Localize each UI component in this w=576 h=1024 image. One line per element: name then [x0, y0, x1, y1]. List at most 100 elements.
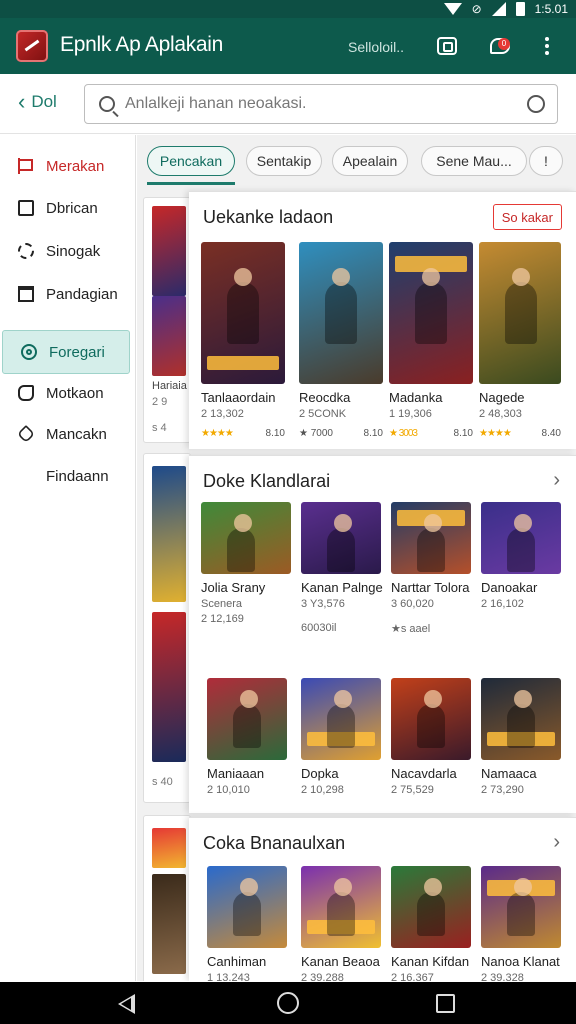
card-art	[152, 874, 186, 974]
card-art	[152, 612, 186, 762]
panel-title: Uekanke ladaon	[203, 207, 334, 227]
game-card[interactable]: Nagede 2 48,303 ★★★★ 8.40	[479, 242, 561, 439]
game-cover	[299, 242, 383, 384]
game-score: 8.10	[265, 428, 285, 439]
game-name: Jolia Srany	[201, 580, 266, 595]
chip-sentakip[interactable]: Sentakip	[246, 146, 322, 176]
wifi-icon	[443, 3, 462, 15]
star-rating: ★★★★	[479, 428, 512, 439]
game-rating: ★★★★ 8.40	[479, 428, 561, 439]
game-card[interactable]: Tanlaaordain 2 13,302 ★★★★ 8.10	[201, 242, 285, 439]
back-label: Dol	[31, 92, 57, 111]
game-card[interactable]: Namaaca 2 73,290	[481, 678, 565, 796]
background-card[interactable]: s 40	[143, 453, 191, 803]
chat-icon[interactable]: 0	[486, 32, 514, 60]
back-button[interactable]: ‹ Dol	[18, 91, 57, 113]
sidebar-item-mancakn[interactable]: Mancakn	[0, 413, 136, 455]
game-card[interactable]: Jolia Srany Scenera 2 12,169	[201, 502, 291, 625]
game-meta: 1 19,306	[389, 408, 432, 420]
game-cover	[391, 502, 471, 574]
game-card[interactable]: Dopka 2 10,298	[301, 678, 385, 796]
card-sub: 2 9	[152, 396, 168, 408]
voice-circle-icon[interactable]	[527, 95, 545, 113]
star-rating: ★ 7000	[299, 428, 333, 439]
chevron-right-icon[interactable]: ›	[553, 831, 560, 854]
game-cover	[201, 242, 285, 384]
search-input[interactable]	[125, 95, 527, 113]
chip-more[interactable]: !	[529, 146, 563, 176]
game-meta: 2 73,290	[481, 784, 524, 796]
alarm-icon: ⊘	[471, 2, 482, 16]
chip-pencakan[interactable]: Pencakan	[147, 146, 235, 176]
sidebar-item-merakan[interactable]: Merakan	[0, 145, 136, 187]
card-art	[152, 296, 186, 376]
background-card[interactable]: Hariaia 2 9 s 4	[143, 197, 191, 443]
game-meta: 2 39,288	[301, 972, 344, 981]
game-meta: 2 10,010	[207, 784, 250, 796]
game-meta: 2 16,367	[391, 972, 434, 981]
game-name: Dopka	[301, 766, 339, 781]
sidebar-item-pandagian[interactable]: Pandagian	[0, 273, 136, 315]
game-card[interactable]: Kanan Palnge 3 Y3,576 60030il	[301, 502, 385, 634]
chip-sene-mau[interactable]: Sene Mau...	[421, 146, 527, 176]
game-card[interactable]: Nacavdarla 2 75,529	[391, 678, 475, 796]
game-card[interactable]: Nanoa Klanat 2 39,328	[481, 866, 565, 981]
game-card[interactable]: Danoakar 2 16,102	[481, 502, 565, 610]
game-score: 8.40	[541, 428, 561, 439]
search-icon	[99, 96, 115, 112]
target-icon	[21, 344, 37, 360]
sidebar-item-sinogak[interactable]: Sinogak	[0, 230, 136, 272]
sidebar-item-label: Merakan	[46, 157, 105, 175]
chat-badge: 0	[498, 38, 510, 50]
game-card[interactable]: Maniaaan 2 10,010	[207, 678, 291, 796]
chip-apealain[interactable]: Apealain	[332, 146, 408, 176]
game-card[interactable]: Narttar Tolora 3 60,020 ★s aael	[391, 502, 475, 635]
game-name: Nanoa Klanat	[481, 954, 560, 969]
search-box[interactable]	[84, 84, 558, 124]
panel-title: Coka Bnanaulxan	[203, 833, 346, 853]
sidebar-item-label: Mancakn	[46, 425, 107, 443]
game-meta: 3 Y3,576	[301, 598, 345, 610]
panel-title: Doke Klandlarai	[203, 471, 331, 491]
chevron-right-icon[interactable]: ›	[553, 469, 560, 492]
app-bar: Epnlk Ap Aplakain Selloloil.. 0	[0, 18, 576, 74]
game-meta: 2 10,298	[301, 784, 344, 796]
game-card[interactable]: Madanka 1 19,306 ★ 3003 8.10	[389, 242, 473, 439]
game-meta: 1 13,243	[207, 972, 250, 981]
game-meta: Scenera	[201, 598, 242, 610]
game-cover	[481, 502, 561, 574]
status-icons: ⊘ 1:5.01	[443, 0, 568, 18]
game-card[interactable]: Canhiman 1 13,243	[207, 866, 291, 981]
sidebar-item-foregari[interactable]: Foregari	[2, 330, 130, 374]
game-card[interactable]: Kanan Beaoa 2 39,288	[301, 866, 385, 981]
background-card[interactable]	[143, 815, 191, 981]
panel-section-3: Coka Bnanaulxan › Canhiman 1 13,243 Kana…	[189, 817, 576, 981]
camera-icon[interactable]	[433, 32, 461, 60]
sidebar-item-findaann[interactable]: Findaann	[0, 455, 136, 497]
game-name: Narttar Tolora	[391, 580, 470, 595]
app-subtitle[interactable]: Selloloil..	[348, 39, 404, 55]
search-row: ‹ Dol	[0, 74, 576, 134]
signal-icon	[491, 2, 506, 16]
game-meta: 2 48,303	[479, 408, 522, 420]
game-rating: ★ 7000 8.10	[299, 428, 383, 439]
game-rating: ★★★★ 8.10	[201, 428, 285, 439]
game-card[interactable]: Kanan Kifdan 2 16,367	[391, 866, 475, 981]
game-count: ★s aael	[391, 623, 431, 635]
game-meta: 3 60,020	[391, 598, 434, 610]
nav-back-icon[interactable]	[118, 994, 135, 1014]
game-name: Nagede	[479, 390, 525, 405]
see-more-button[interactable]: So kakar	[492, 204, 562, 230]
sidebar-item-dbrican[interactable]: Dbrican	[0, 187, 136, 229]
star-rating: ★ 3003	[389, 428, 418, 439]
more-vert-icon[interactable]	[533, 32, 561, 60]
card-label: Hariaia	[152, 380, 187, 392]
sidebar-item-motkaon[interactable]: Motkaon	[0, 372, 136, 414]
game-cover	[301, 866, 381, 948]
nav-home-icon[interactable]	[277, 992, 299, 1014]
nav-recents-icon[interactable]	[436, 994, 455, 1013]
chip-underline	[147, 182, 235, 185]
sidebar-item-label: Sinogak	[46, 242, 101, 260]
game-card[interactable]: Reocdka 2 5CONK ★ 7000 8.10	[299, 242, 383, 439]
game-meta: 2 16,102	[481, 598, 524, 610]
